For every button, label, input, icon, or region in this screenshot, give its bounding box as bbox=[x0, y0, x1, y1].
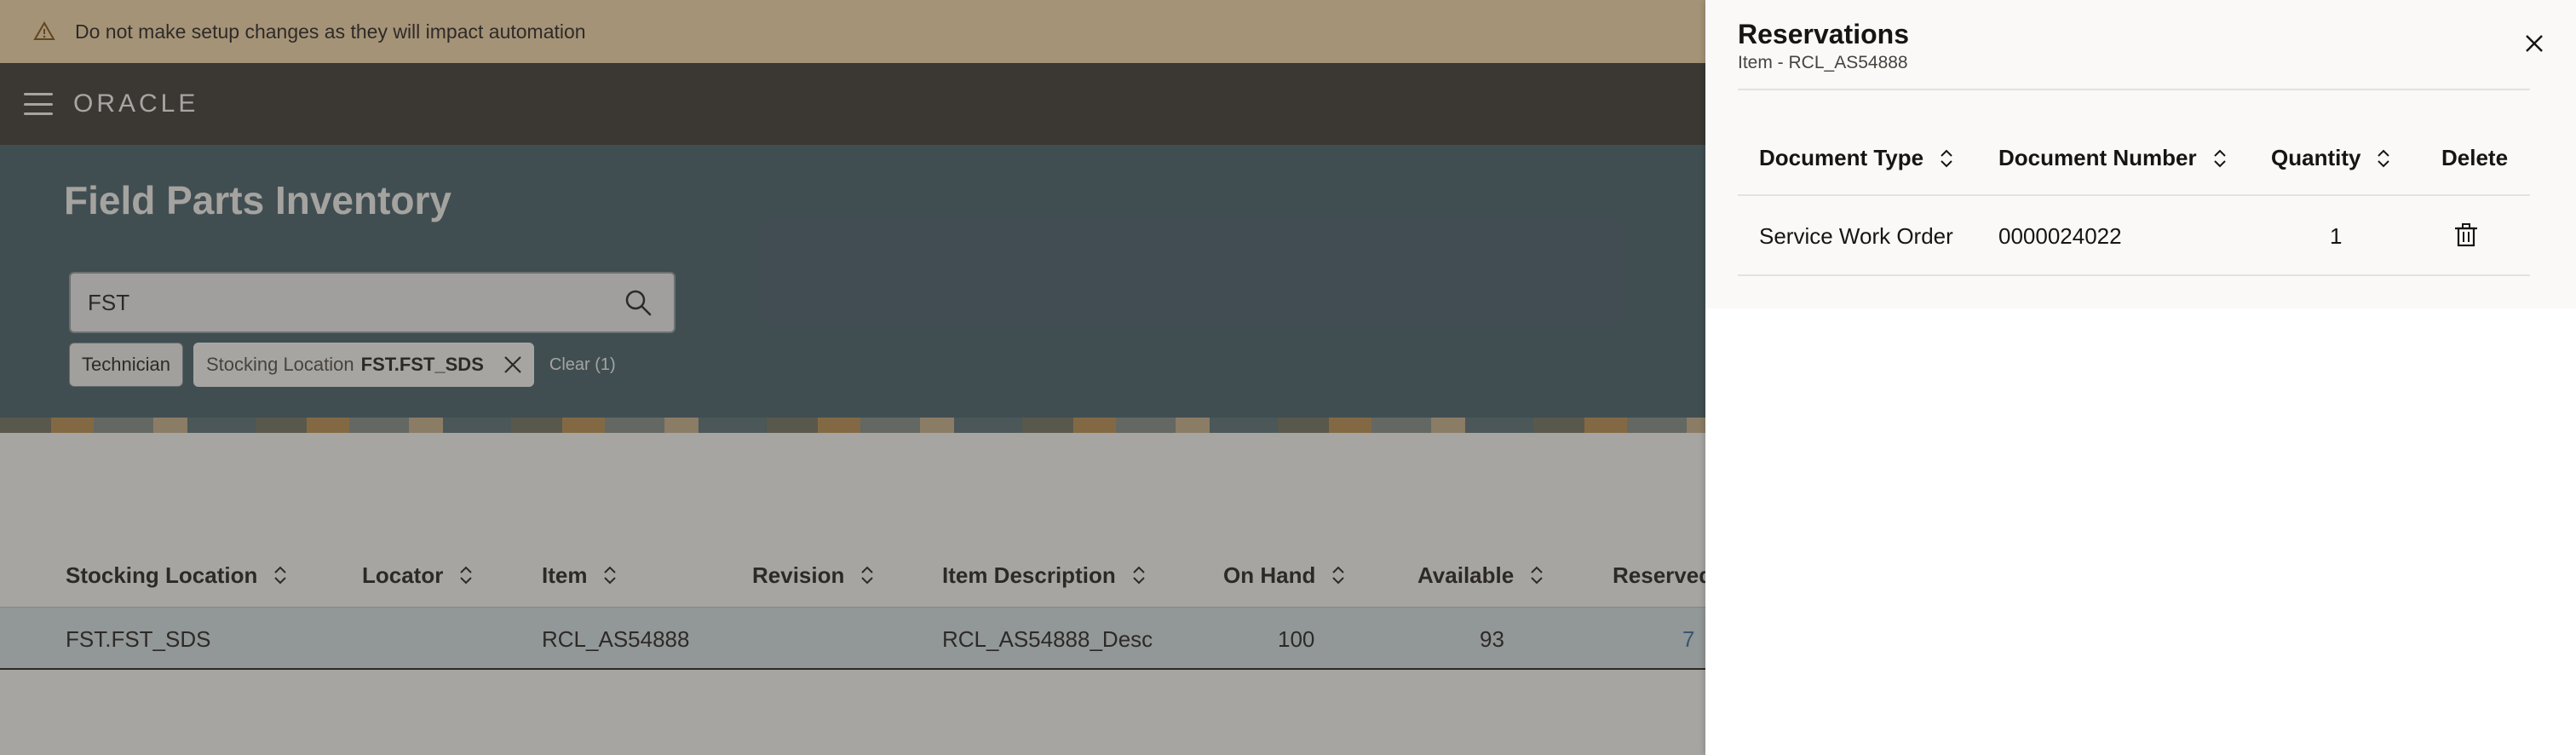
modal-scrim[interactable] bbox=[0, 0, 1705, 755]
reservations-drawer: Reservations Item - RCL_AS54888 Document… bbox=[1705, 0, 2576, 755]
sort-icon[interactable] bbox=[1939, 147, 1954, 170]
cell-quantity: 1 bbox=[2330, 223, 2343, 249]
divider bbox=[1738, 89, 2530, 90]
sort-icon[interactable] bbox=[2376, 147, 2391, 170]
column-header-document-number[interactable]: Document Number bbox=[1998, 145, 2228, 171]
drawer-title: Reservations bbox=[1738, 19, 1909, 49]
divider bbox=[1738, 194, 2530, 196]
cell-document-type: Service Work Order bbox=[1759, 223, 1953, 249]
divider bbox=[1738, 274, 2530, 276]
trash-icon[interactable] bbox=[2452, 220, 2481, 249]
sort-icon[interactable] bbox=[2212, 147, 2228, 170]
column-header-document-type[interactable]: Document Type bbox=[1759, 145, 1954, 171]
close-icon[interactable] bbox=[2520, 29, 2549, 58]
drawer-subtitle: Item - RCL_AS54888 bbox=[1738, 53, 1908, 72]
cell-document-number: 0000024022 bbox=[1998, 223, 2122, 249]
column-header-delete: Delete bbox=[2441, 145, 2509, 170]
drawer-panel: Reservations Item - RCL_AS54888 Document… bbox=[1705, 0, 2576, 308]
column-header-quantity[interactable]: Quantity bbox=[2271, 145, 2391, 171]
